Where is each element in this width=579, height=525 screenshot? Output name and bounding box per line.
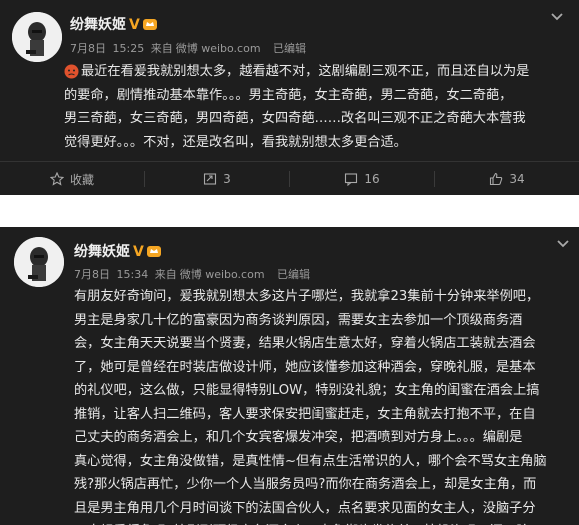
source-prefix: 来自 (154, 268, 177, 281)
like-icon (490, 172, 503, 186)
comment-count: 16 (364, 172, 380, 186)
username[interactable]: 纷舞妖姬 V (70, 14, 158, 34)
crown-icon (142, 19, 157, 30)
username-text[interactable]: 纷舞妖姬 (74, 244, 130, 260)
chevron-down-icon[interactable] (550, 12, 564, 22)
post-time[interactable]: 15:34 (117, 268, 149, 281)
crown-icon (146, 246, 161, 257)
post-text: 有朋友好奇询问，爰我就别想太多这片子哪烂，我就拿23集前十分钟来举例吧， 男主是… (74, 289, 547, 525)
action-bar: 收藏 3 16 34 (0, 162, 579, 195)
username-text[interactable]: 纷舞妖姬 (70, 17, 126, 33)
post-time[interactable]: 15:25 (113, 42, 145, 55)
post-source[interactable]: 微博 weibo.com (180, 268, 265, 281)
chevron-down-icon[interactable] (556, 239, 570, 249)
avatar-image (14, 237, 64, 287)
source-prefix: 来自 (150, 42, 173, 55)
like-button[interactable]: 34 (435, 172, 579, 186)
favorite-label: 收藏 (69, 172, 94, 187)
weibo-post-1: 纷舞妖姬 V 7月8日 15:25 来自 微博 weibo.com 已编辑 最近在看… (0, 0, 579, 195)
comment-button[interactable]: 16 (290, 172, 434, 186)
favorite-button[interactable]: 收藏 (0, 171, 144, 188)
avatar-image (12, 12, 62, 62)
post-meta: 7月8日 15:34 来自 微博 weibo.com 已编辑 (74, 266, 313, 282)
edited-label[interactable]: 已编辑 (273, 42, 306, 55)
post-text-content: 最近在看爰我就别想太多，越看越不对，这剧编剧三观不正，而且还自以为是 的要命，剧… (64, 64, 530, 150)
username[interactable]: 纷舞妖姬 V (74, 241, 162, 261)
post-text: 最近在看爰我就别想太多，越看越不对，这剧编剧三观不正，而且还自以为是 的要命，剧… (64, 60, 534, 154)
repost-count: 3 (223, 172, 231, 186)
weibo-post-2: 纷舞妖姬 V 7月8日 15:34 来自 微博 weibo.com 已编辑 有朋友好… (0, 227, 579, 525)
verified-badge: V (129, 17, 140, 33)
like-count: 34 (509, 172, 525, 186)
star-icon (49, 172, 64, 186)
verified-badge: V (133, 244, 144, 260)
post-source[interactable]: 微博 weibo.com (176, 42, 261, 55)
avatar[interactable] (12, 12, 62, 62)
post-meta: 7月8日 15:25 来自 微博 weibo.com 已编辑 (70, 40, 309, 56)
repost-button[interactable]: 3 (145, 172, 289, 186)
comment-icon (345, 173, 358, 186)
repost-icon (204, 173, 217, 185)
post-date[interactable]: 7月8日 (70, 42, 106, 55)
angry-face-icon (64, 64, 79, 79)
edited-label[interactable]: 已编辑 (277, 268, 310, 281)
post-date[interactable]: 7月8日 (74, 268, 110, 281)
avatar[interactable] (14, 237, 64, 287)
